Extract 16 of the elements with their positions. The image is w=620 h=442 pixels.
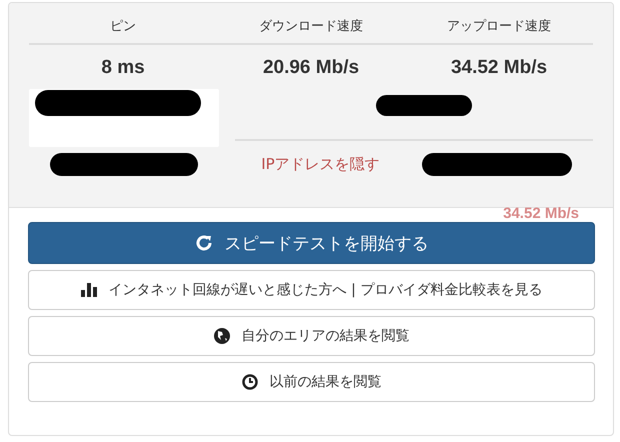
bar-chart-icon [80, 283, 97, 297]
refresh-icon [194, 234, 212, 252]
stat-label: ピン [109, 18, 137, 35]
clock-icon [242, 374, 258, 390]
action-button[interactable]: 自分のエリアの結果を閲覧 [28, 316, 595, 356]
hide-ip-link[interactable]: IPアドレスを隠す [235, 155, 406, 174]
faded-speed-text: 34.52 Mb/s [503, 208, 579, 220]
stat-value: 8 ms [100, 56, 146, 79]
action-button[interactable]: インタネット回線が遅いと感じた方へ | プロバイダ料金比較表を見る [28, 270, 595, 310]
action-button[interactable]: 以前の結果を閲覧 [28, 362, 595, 402]
globe-icon [214, 328, 230, 344]
start-test-button[interactable]: スピードテストを開始する [28, 222, 595, 264]
stat-value: 34.52 Mb/s [450, 56, 548, 79]
stat-label: ダウンロード速度 [258, 18, 364, 35]
stat-value: 20.96 Mb/s [262, 56, 360, 79]
stat-label: アップロード速度 [446, 18, 552, 35]
